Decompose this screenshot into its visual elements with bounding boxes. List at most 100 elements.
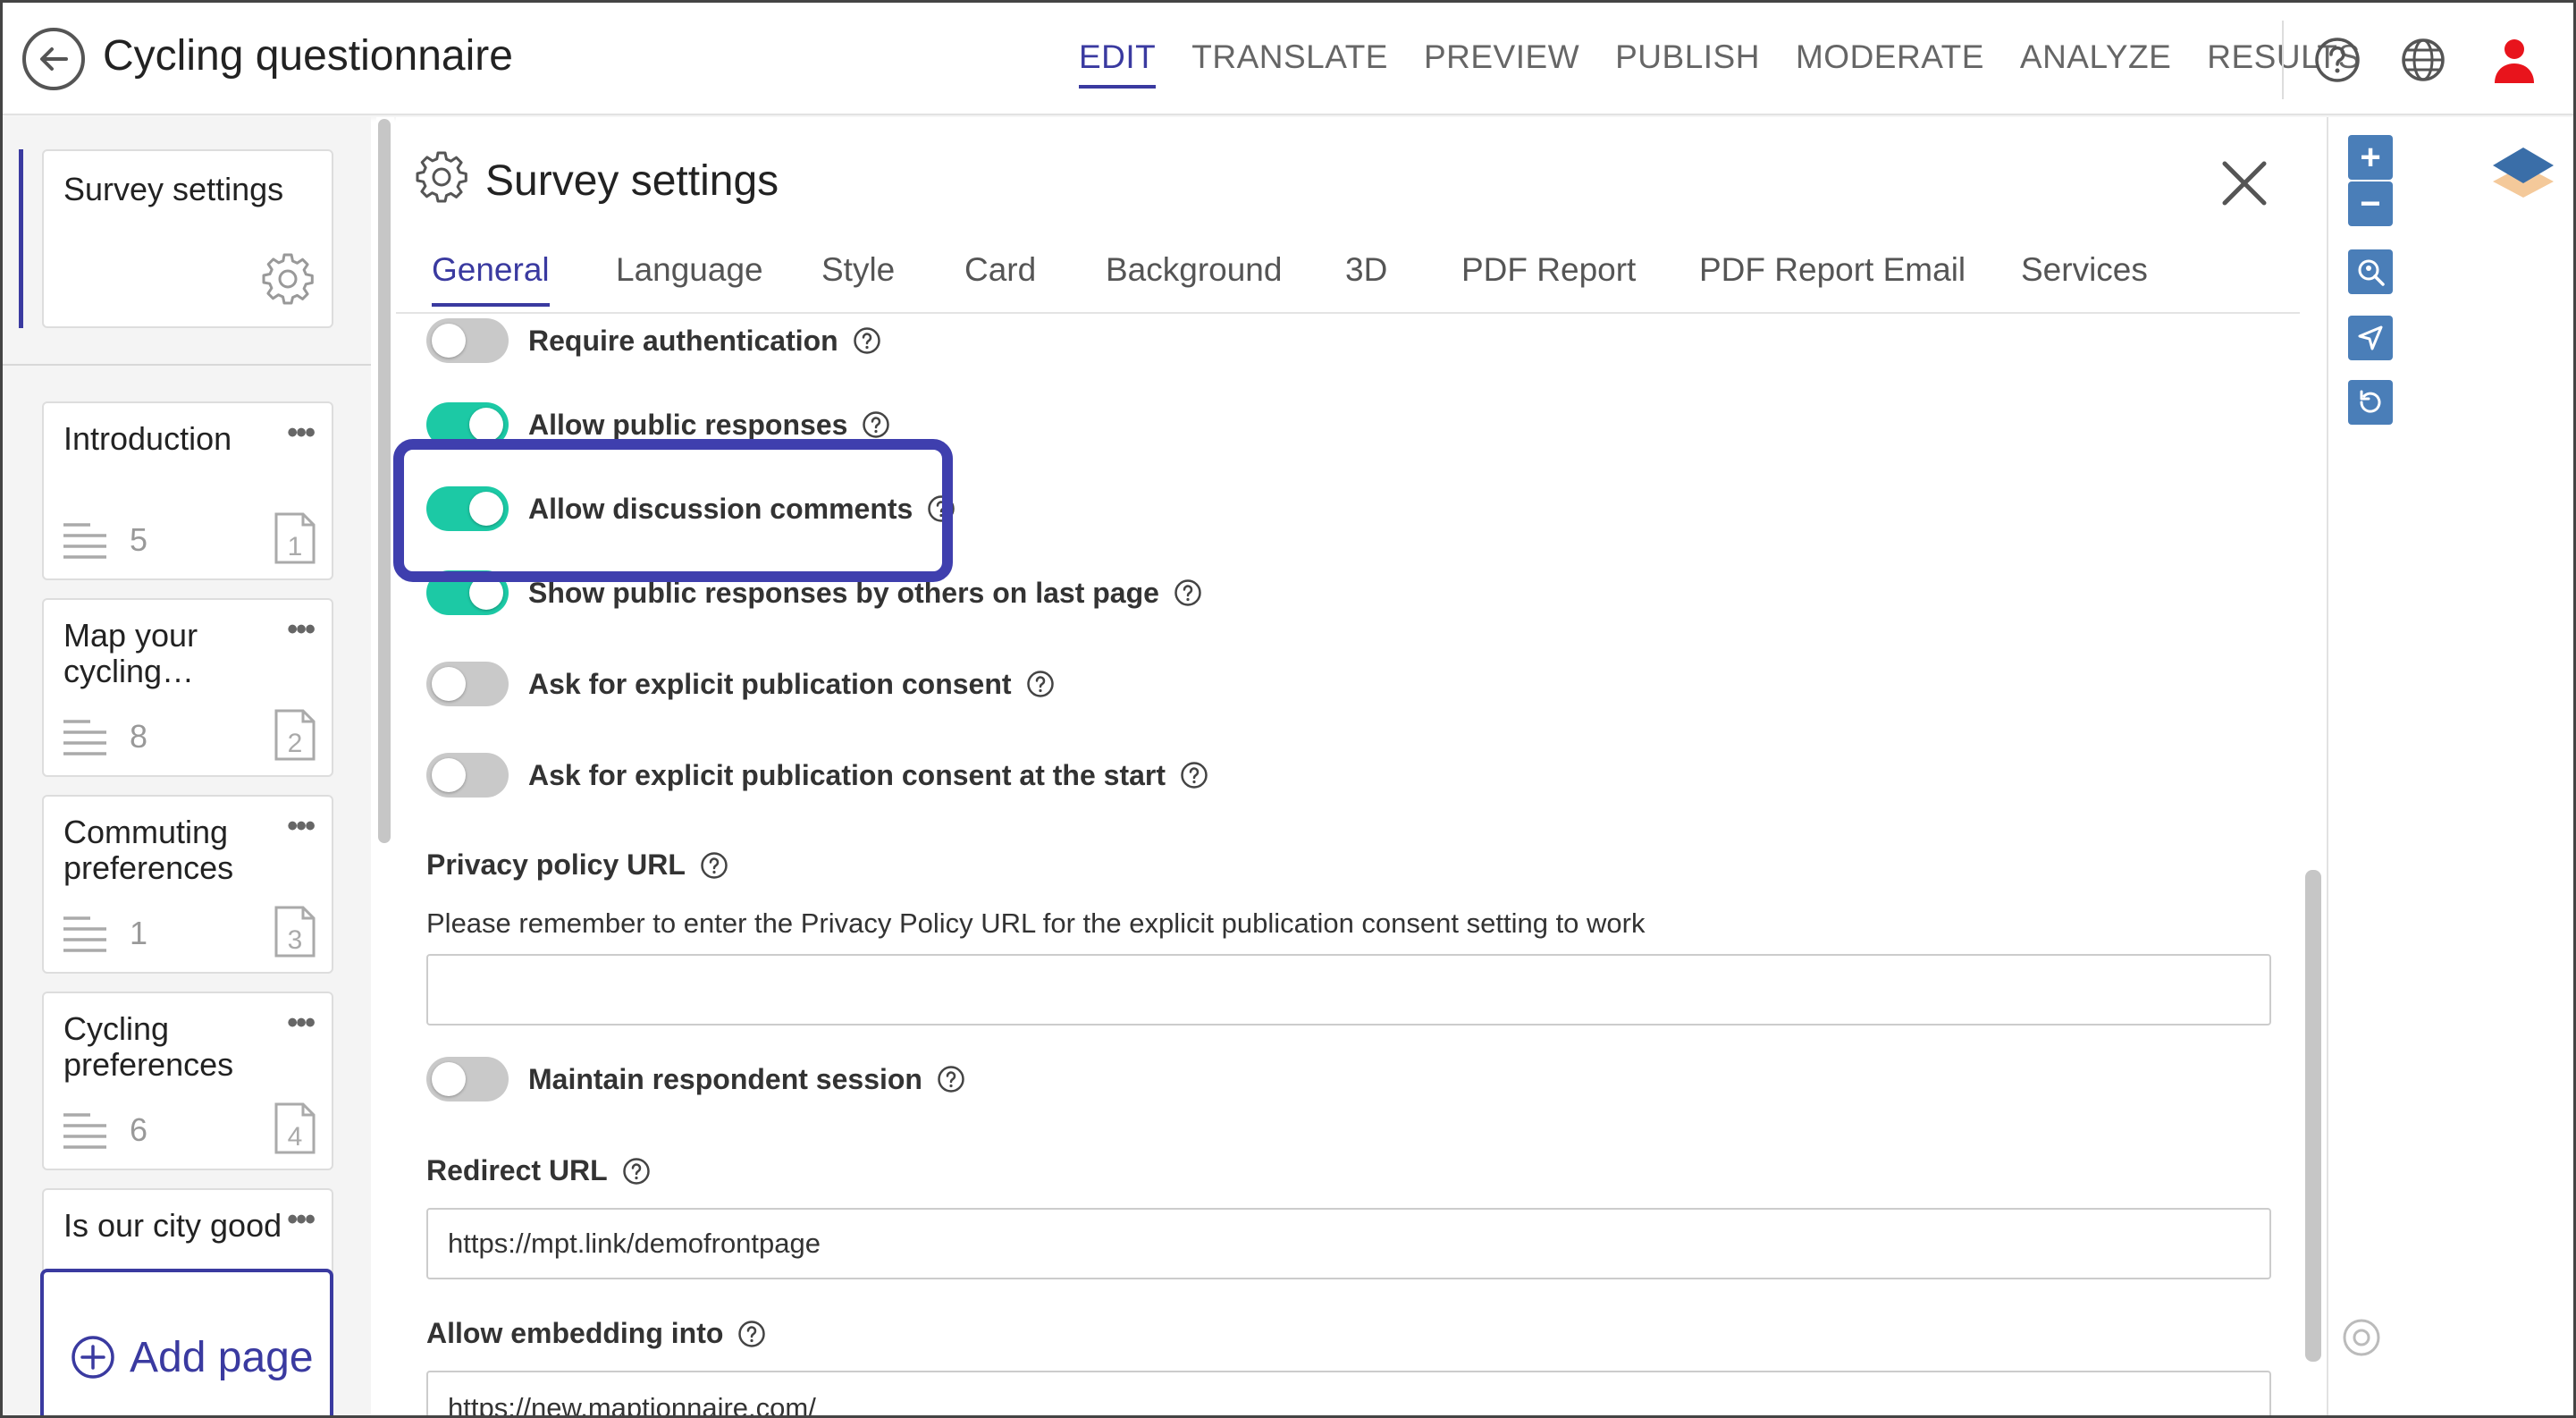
help-icon[interactable]: [2312, 35, 2362, 85]
page-number: 3: [288, 925, 303, 955]
sidebar-divider: [3, 364, 371, 366]
page-card-cycling-preferences[interactable]: Cycling preferences ••• 6 4: [42, 992, 333, 1170]
tab-background[interactable]: Background: [1106, 251, 1282, 289]
ask-publication-consent-toggle[interactable]: [426, 662, 509, 706]
chat-icon[interactable]: [2341, 1317, 2382, 1358]
reset-view-button[interactable]: [2348, 380, 2393, 425]
page-number: 4: [288, 1122, 303, 1152]
help-icon[interactable]: [700, 851, 728, 880]
nav-analyze[interactable]: ANALYZE: [2020, 38, 2171, 76]
maintain-session-toggle[interactable]: [426, 1057, 509, 1101]
user-avatar-icon[interactable]: [2489, 35, 2539, 85]
help-icon[interactable]: [622, 1157, 651, 1186]
navigate-button[interactable]: [2348, 316, 2393, 360]
survey-settings-label: Survey settings: [63, 171, 284, 207]
help-icon[interactable]: [862, 410, 890, 439]
nav-moderate[interactable]: MODERATE: [1796, 38, 1984, 76]
nav-edit[interactable]: EDIT: [1079, 38, 1157, 89]
setting-ask-publication-consent-start: Ask for explicit publication consent at …: [426, 748, 1208, 802]
redirect-url-input[interactable]: https://mpt.link/demofrontpage: [426, 1208, 2271, 1279]
main-nav: EDIT TRANSLATE PREVIEW PUBLISH MODERATE …: [1079, 38, 2396, 89]
tab-3d[interactable]: 3D: [1345, 251, 1387, 289]
nav-preview[interactable]: PREVIEW: [1424, 38, 1579, 76]
tab-pdf-report[interactable]: PDF Report: [1461, 251, 1636, 289]
zoom-in-icon: +: [2360, 138, 2381, 177]
add-page-label: Add page: [130, 1334, 314, 1381]
more-options-icon[interactable]: •••: [287, 612, 316, 647]
survey-settings-card[interactable]: Survey settings: [42, 149, 333, 328]
page-card-introduction[interactable]: Introduction ••• 5 1: [42, 401, 333, 580]
survey-title: Cycling questionnaire: [103, 32, 513, 80]
reset-icon: [2360, 390, 2381, 413]
globe-icon[interactable]: [2398, 35, 2448, 85]
embedding-label: Allow embedding into: [426, 1317, 724, 1349]
settings-tabs: General Language Style Card Background 3…: [396, 251, 2300, 314]
ask-publication-consent-start-toggle[interactable]: [426, 753, 509, 798]
setting-label: Ask for explicit publication consent: [528, 667, 1012, 700]
tab-language[interactable]: Language: [616, 251, 763, 289]
more-options-icon[interactable]: •••: [287, 1203, 316, 1237]
map-toolbar: + −: [2327, 117, 2573, 1415]
pages-sidebar: Survey settings Introduction ••• 5 1 Map…: [3, 117, 371, 1415]
more-options-icon[interactable]: •••: [287, 809, 316, 844]
help-icon[interactable]: [937, 1065, 965, 1093]
setting-label: Require authentication: [528, 324, 838, 357]
page-card-commuting-preferences[interactable]: Commuting preferences ••• 1 3: [42, 795, 333, 974]
require-authentication-toggle[interactable]: [426, 318, 509, 363]
question-list-icon: [63, 916, 106, 952]
page-title: Map your cycling…: [63, 618, 198, 689]
highlight-box: [393, 439, 953, 582]
add-page-button[interactable]: Add page: [40, 1269, 333, 1415]
navigate-icon: [2358, 325, 2383, 350]
question-count: 5: [130, 521, 148, 558]
tab-card[interactable]: Card: [964, 251, 1036, 289]
nav-publish[interactable]: PUBLISH: [1615, 38, 1760, 76]
help-icon[interactable]: [737, 1320, 766, 1348]
privacy-policy-url-input[interactable]: [426, 954, 2271, 1026]
redirect-url-label: Redirect URL: [426, 1154, 608, 1186]
page-title: Commuting preferences: [63, 815, 234, 886]
question-list-icon: [63, 523, 106, 559]
more-options-icon[interactable]: •••: [287, 416, 316, 451]
setting-label: Maintain respondent session: [528, 1062, 922, 1095]
locate-button[interactable]: [2348, 249, 2393, 294]
gear-icon: [416, 151, 467, 203]
panel-scrollbar[interactable]: [2305, 870, 2321, 1362]
help-icon[interactable]: [1026, 670, 1055, 698]
page-card-map-your-cycling[interactable]: Map your cycling… ••• 8 2: [42, 598, 333, 777]
redirect-url-field-label: Redirect URL: [426, 1154, 651, 1187]
nav-translate[interactable]: TRANSLATE: [1191, 38, 1388, 76]
help-icon[interactable]: [1174, 578, 1202, 607]
active-indicator: [19, 149, 23, 328]
more-options-icon[interactable]: •••: [287, 1006, 316, 1041]
question-count: 1: [130, 915, 148, 951]
help-icon[interactable]: [853, 326, 881, 355]
setting-require-authentication: Require authentication: [426, 314, 881, 367]
page-title: Is our city good: [63, 1208, 282, 1244]
zoom-out-icon: −: [2360, 184, 2381, 224]
close-icon[interactable]: [2219, 158, 2269, 208]
page-card-is-our-city-good[interactable]: Is our city good •••: [42, 1188, 333, 1278]
nav-divider: [2282, 21, 2284, 99]
tab-services[interactable]: Services: [2021, 251, 2148, 289]
privacy-policy-label: Privacy policy URL: [426, 848, 686, 881]
question-list-icon: [63, 720, 106, 755]
tab-style[interactable]: Style: [821, 251, 895, 289]
back-button[interactable]: [22, 28, 85, 90]
tab-pdf-report-email[interactable]: PDF Report Email: [1699, 251, 1966, 289]
page-number-icon: 2: [274, 709, 316, 761]
page-number: 1: [288, 532, 303, 561]
zoom-out-button[interactable]: −: [2348, 181, 2393, 226]
tab-general[interactable]: General: [432, 251, 550, 307]
embedding-url-input[interactable]: https://new.maptionnaire.com/: [426, 1371, 2271, 1415]
help-icon[interactable]: [1180, 761, 1208, 789]
privacy-policy-hint: Please remember to enter the Privacy Pol…: [426, 907, 1646, 939]
panel-title: Survey settings: [485, 157, 779, 205]
top-bar: Cycling questionnaire EDIT TRANSLATE PRE…: [3, 3, 2573, 115]
layers-icon[interactable]: [2488, 135, 2559, 207]
page-title: Cycling preferences: [63, 1011, 234, 1083]
sidebar-scroll-thumb[interactable]: [378, 119, 391, 843]
app-window: Cycling questionnaire EDIT TRANSLATE PRE…: [0, 0, 2576, 1418]
zoom-in-button[interactable]: +: [2348, 135, 2393, 180]
sidebar-scrollbar[interactable]: [376, 117, 394, 1415]
